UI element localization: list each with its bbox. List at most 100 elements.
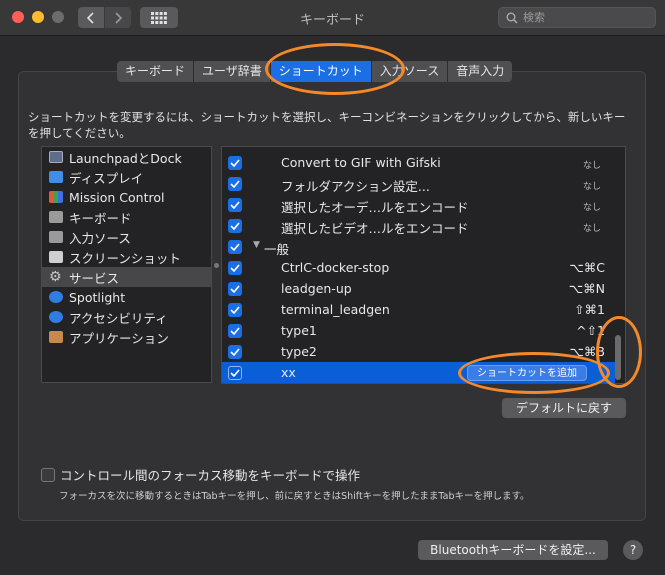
shortcut-row-selected[interactable]: xx ショートカットを追加 xyxy=(222,362,615,383)
shortcut-row[interactable]: type2 ⌥⌘B xyxy=(222,341,615,362)
shortcut-name: 選択したビデオ…ルをエンコード xyxy=(281,221,469,236)
tab-input-sources[interactable]: 入力ソース xyxy=(371,61,449,82)
shortcut-checkbox[interactable] xyxy=(228,219,242,233)
focus-option-description: フォーカスを次に移動するときはTabキーを押し、前に戻すときはShiftキーを押… xyxy=(59,491,530,502)
search-input[interactable]: 検索 xyxy=(498,7,656,28)
keyboard-icon xyxy=(49,211,63,223)
shortcut-checkbox[interactable] xyxy=(228,282,242,296)
category-item-input-sources[interactable]: 入力ソース xyxy=(42,227,211,247)
shortcut-row[interactable]: leadgen-up ⌥⌘N xyxy=(222,278,615,299)
search-placeholder: 検索 xyxy=(523,11,545,24)
checkmark-icon xyxy=(230,369,240,377)
checkmark-icon xyxy=(230,327,240,335)
shortcut-row[interactable]: 選択したオーデ…ルをエンコード なし xyxy=(222,194,615,215)
checkmark-icon xyxy=(230,306,240,314)
shortcut-keys[interactable]: ⌥⌘N xyxy=(569,281,605,296)
input-source-icon xyxy=(49,231,63,243)
shortcut-keys[interactable]: ^⇧1 xyxy=(576,323,605,338)
shortcut-keys[interactable]: ⌥⌘B xyxy=(570,344,605,359)
bluetooth-keyboard-button[interactable]: Bluetoothキーボードを設定... xyxy=(418,540,608,560)
category-label: Spotlight xyxy=(69,289,126,305)
shortcut-checkbox[interactable] xyxy=(228,261,242,275)
window-title: キーボード xyxy=(299,13,365,28)
category-item-mission-control[interactable]: Mission Control xyxy=(42,187,211,207)
shortcut-row[interactable]: terminal_leadgen ⇧⌘1 xyxy=(222,299,615,320)
help-button[interactable]: ? xyxy=(623,540,643,560)
shortcut-name: Convert to GIF with Gifski xyxy=(281,155,441,170)
shortcut-name: type1 xyxy=(281,323,317,338)
search-icon xyxy=(506,12,518,24)
checkmark-icon xyxy=(230,222,240,230)
spotlight-icon xyxy=(49,291,63,303)
forward-button[interactable] xyxy=(105,7,131,28)
back-button[interactable] xyxy=(78,7,104,28)
tab-user-dictionary[interactable]: ユーザ辞書 xyxy=(194,61,271,82)
shortcut-row[interactable]: 選択したビデオ…ルをエンコード なし xyxy=(222,215,615,236)
category-item-services[interactable]: ⚙ サービス xyxy=(42,267,211,287)
tab-keyboard[interactable]: キーボード xyxy=(117,61,195,82)
category-item-display[interactable]: ディスプレイ xyxy=(42,167,211,187)
restore-defaults-button[interactable]: デフォルトに戻す xyxy=(502,398,626,418)
disclosure-triangle-icon[interactable]: ▼ xyxy=(253,240,260,250)
category-item-spotlight[interactable]: Spotlight xyxy=(42,287,211,307)
tab-shortcuts[interactable]: ショートカット xyxy=(270,61,372,82)
splitter-handle[interactable] xyxy=(214,263,219,268)
shortcut-name: CtrlC-docker-stop xyxy=(281,260,390,275)
shortcut-name: 選択したオーデ…ルをエンコード xyxy=(281,200,469,215)
shortcut-row[interactable]: フォルダアクション設定... なし xyxy=(222,173,615,194)
chevron-right-icon xyxy=(115,11,122,24)
category-label: 入力ソース xyxy=(69,230,131,246)
group-name: 一般 xyxy=(264,242,290,257)
display-icon xyxy=(49,171,63,183)
category-item-applications[interactable]: アプリケーション xyxy=(42,327,211,347)
shortcut-keys[interactable]: なし xyxy=(583,179,601,192)
shortcut-keys[interactable]: ⇧⌘1 xyxy=(574,302,605,317)
accessibility-icon xyxy=(49,311,63,323)
zoom-window-button[interactable] xyxy=(52,11,64,23)
shortcut-keys[interactable]: ⌥⌘C xyxy=(569,260,605,275)
shortcut-list[interactable]: Convert to GIF with Gifski なし フォルダアクション設… xyxy=(221,146,626,384)
shortcut-checkbox[interactable] xyxy=(228,156,242,170)
shortcut-row[interactable]: Convert to GIF with Gifski なし xyxy=(222,152,615,173)
chevron-left-icon xyxy=(87,11,94,24)
focus-checkbox[interactable] xyxy=(41,467,55,482)
tab-dictation[interactable]: 音声入力 xyxy=(448,61,513,82)
shortcut-checkbox[interactable] xyxy=(228,324,242,338)
shortcut-name: leadgen-up xyxy=(281,281,352,296)
category-label: LaunchpadとDock xyxy=(69,150,182,166)
shortcut-row[interactable]: CtrlC-docker-stop ⌥⌘C xyxy=(222,257,615,278)
focus-option[interactable]: コントロール間のフォーカス移動をキーボードで操作 xyxy=(41,465,360,484)
shortcut-row[interactable]: type1 ^⇧1 xyxy=(222,320,615,341)
category-item-keyboard[interactable]: キーボード xyxy=(42,207,211,227)
category-label: Mission Control xyxy=(69,189,165,205)
launchpad-icon xyxy=(49,151,63,163)
category-item-screenshots[interactable]: スクリーンショット xyxy=(42,247,211,267)
shortcut-name: xx xyxy=(281,365,296,380)
category-label: アクセシビリティ xyxy=(69,310,168,326)
group-checkbox[interactable] xyxy=(228,240,242,254)
category-item-accessibility[interactable]: アクセシビリティ xyxy=(42,307,211,327)
checkmark-icon xyxy=(230,180,240,188)
show-all-button[interactable] xyxy=(140,7,178,28)
gear-icon: ⚙ xyxy=(49,269,62,285)
grid-icon xyxy=(151,11,167,24)
category-label: サービス xyxy=(69,270,120,286)
close-window-button[interactable] xyxy=(12,11,24,23)
shortcut-list-scrollbar[interactable] xyxy=(615,335,621,380)
shortcut-checkbox[interactable] xyxy=(228,198,242,212)
category-list[interactable]: LaunchpadとDock ディスプレイ Mission Control キー… xyxy=(41,146,212,383)
app-store-icon xyxy=(49,331,63,343)
add-shortcut-button[interactable]: ショートカットを追加 xyxy=(467,365,587,381)
category-label: ディスプレイ xyxy=(69,170,144,186)
shortcut-keys[interactable]: なし xyxy=(583,221,601,234)
category-item-launchpad[interactable]: LaunchpadとDock xyxy=(42,147,211,167)
shortcut-group-row[interactable]: ▼ 一般 xyxy=(222,236,615,257)
shortcut-checkbox[interactable] xyxy=(228,303,242,317)
shortcut-checkbox[interactable] xyxy=(228,177,242,191)
shortcut-checkbox[interactable] xyxy=(228,345,242,359)
shortcut-checkbox[interactable] xyxy=(228,366,242,380)
shortcut-name: フォルダアクション設定... xyxy=(281,179,430,194)
minimize-window-button[interactable] xyxy=(32,11,44,23)
shortcut-keys[interactable]: なし xyxy=(583,158,601,171)
shortcut-keys[interactable]: なし xyxy=(583,200,601,213)
